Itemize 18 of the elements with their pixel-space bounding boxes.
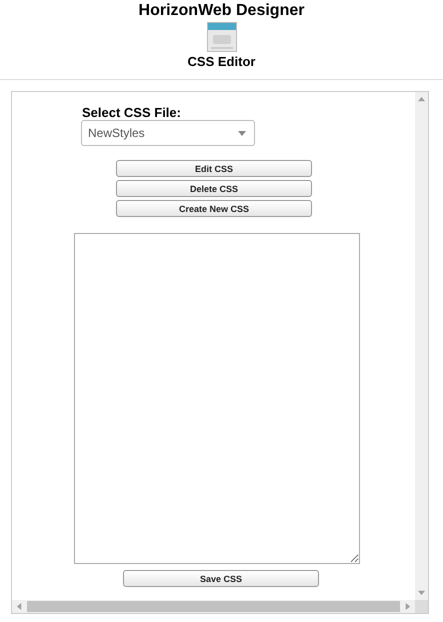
scroll-up-icon[interactable] [418, 96, 425, 103]
stylesheet-icon [206, 22, 236, 52]
page-subtitle: CSS Editor [188, 54, 256, 70]
save-button[interactable]: Save CSS [123, 570, 319, 587]
horizontal-scrollbar[interactable] [12, 600, 415, 613]
action-button[interactable]: Edit CSS [116, 160, 312, 177]
app-title: HorizonWeb Designer [138, 2, 304, 20]
scrollbar-corner [415, 600, 428, 613]
select-label: Select CSS File: [82, 105, 182, 120]
scroll-right-icon[interactable] [404, 603, 411, 610]
caret-icon [238, 130, 246, 136]
file-select[interactable]: NewStyles [81, 120, 255, 146]
vertical-scrollbar[interactable] [415, 92, 428, 600]
scrollbar-thumb[interactable] [27, 601, 400, 612]
action-button[interactable]: Create New CSS [116, 200, 312, 217]
action-button[interactable]: Delete CSS [116, 180, 312, 197]
scroll-left-icon[interactable] [16, 603, 23, 610]
scroll-down-icon[interactable] [418, 589, 425, 596]
